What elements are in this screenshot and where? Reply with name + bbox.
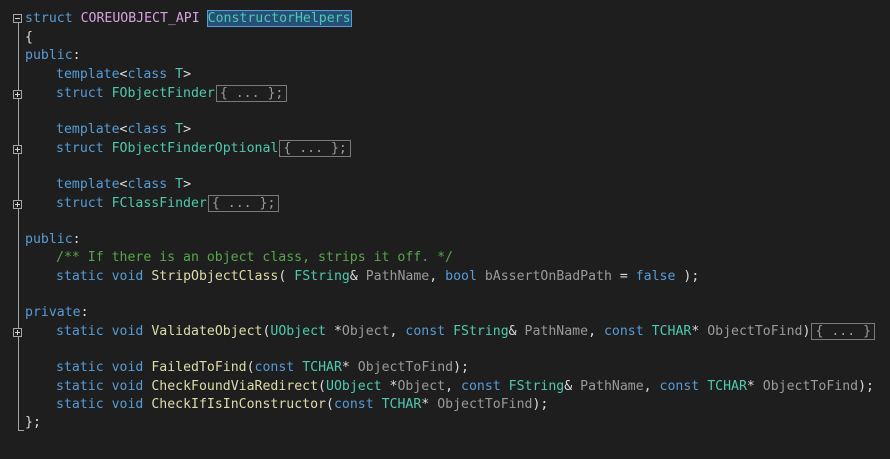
collapsed-block-fobjectfinderoptional[interactable]: { ... }; (279, 140, 351, 157)
code-line-failedtofind: static void FailedToFind(const TCHAR* Ob… (56, 360, 469, 375)
code-line-checkfoundviaredirect: static void CheckFoundViaRedirect(UObjec… (56, 379, 874, 394)
collapsed-block-validateobject[interactable]: { ... } (811, 323, 876, 340)
code-line-public-1: public: (25, 48, 81, 63)
code-line-template-3: template<class T> (56, 177, 192, 192)
code-line-struct-decl: struct COREUOBJECT_API ConstructorHelper… (25, 10, 352, 27)
selected-class-name[interactable]: ConstructorHelpers (206, 10, 352, 27)
code-line-template-1: template<class T> (56, 67, 192, 82)
expand-fobjectfinder-toggle[interactable] (13, 90, 22, 99)
code-line-public-2: public: (25, 232, 81, 247)
expand-validateobject-toggle[interactable] (13, 328, 22, 337)
expand-fobjectfinderoptional-toggle[interactable] (13, 145, 22, 154)
code-line-fclassfinder: struct FClassFinder{ ... }; (25, 195, 280, 213)
code-line-open-brace: { (25, 30, 33, 45)
outline-guide (18, 20, 19, 431)
collapsed-block-fclassfinder[interactable]: { ... }; (207, 195, 280, 212)
code-line-checkifisinconstructor: static void CheckIfIsInConstructor(const… (56, 397, 549, 412)
code-line-comment: /** If there is an object class, strips … (56, 250, 453, 265)
code-line-validateobject: static void ValidateObject(UObject *Obje… (25, 323, 876, 341)
collapsed-block-fobjectfinder[interactable]: { ... }; (215, 85, 288, 102)
expand-fclassfinder-toggle[interactable] (13, 200, 22, 209)
collapse-struct-toggle[interactable] (13, 14, 22, 23)
code-line-stripobjectclass: static void StripObjectClass( FString& P… (56, 269, 700, 284)
code-line-close-brace: }; (25, 415, 41, 430)
outline-end-tick (18, 430, 24, 431)
code-line-fobjectfinderoptional: struct FObjectFinderOptional{ ... }; (25, 140, 351, 158)
code-line-fobjectfinder: struct FObjectFinder{ ... }; (25, 85, 288, 103)
code-line-template-2: template<class T> (56, 122, 192, 137)
code-editor[interactable]: struct COREUOBJECT_API ConstructorHelper… (0, 0, 890, 459)
code-line-private: private: (25, 305, 89, 320)
